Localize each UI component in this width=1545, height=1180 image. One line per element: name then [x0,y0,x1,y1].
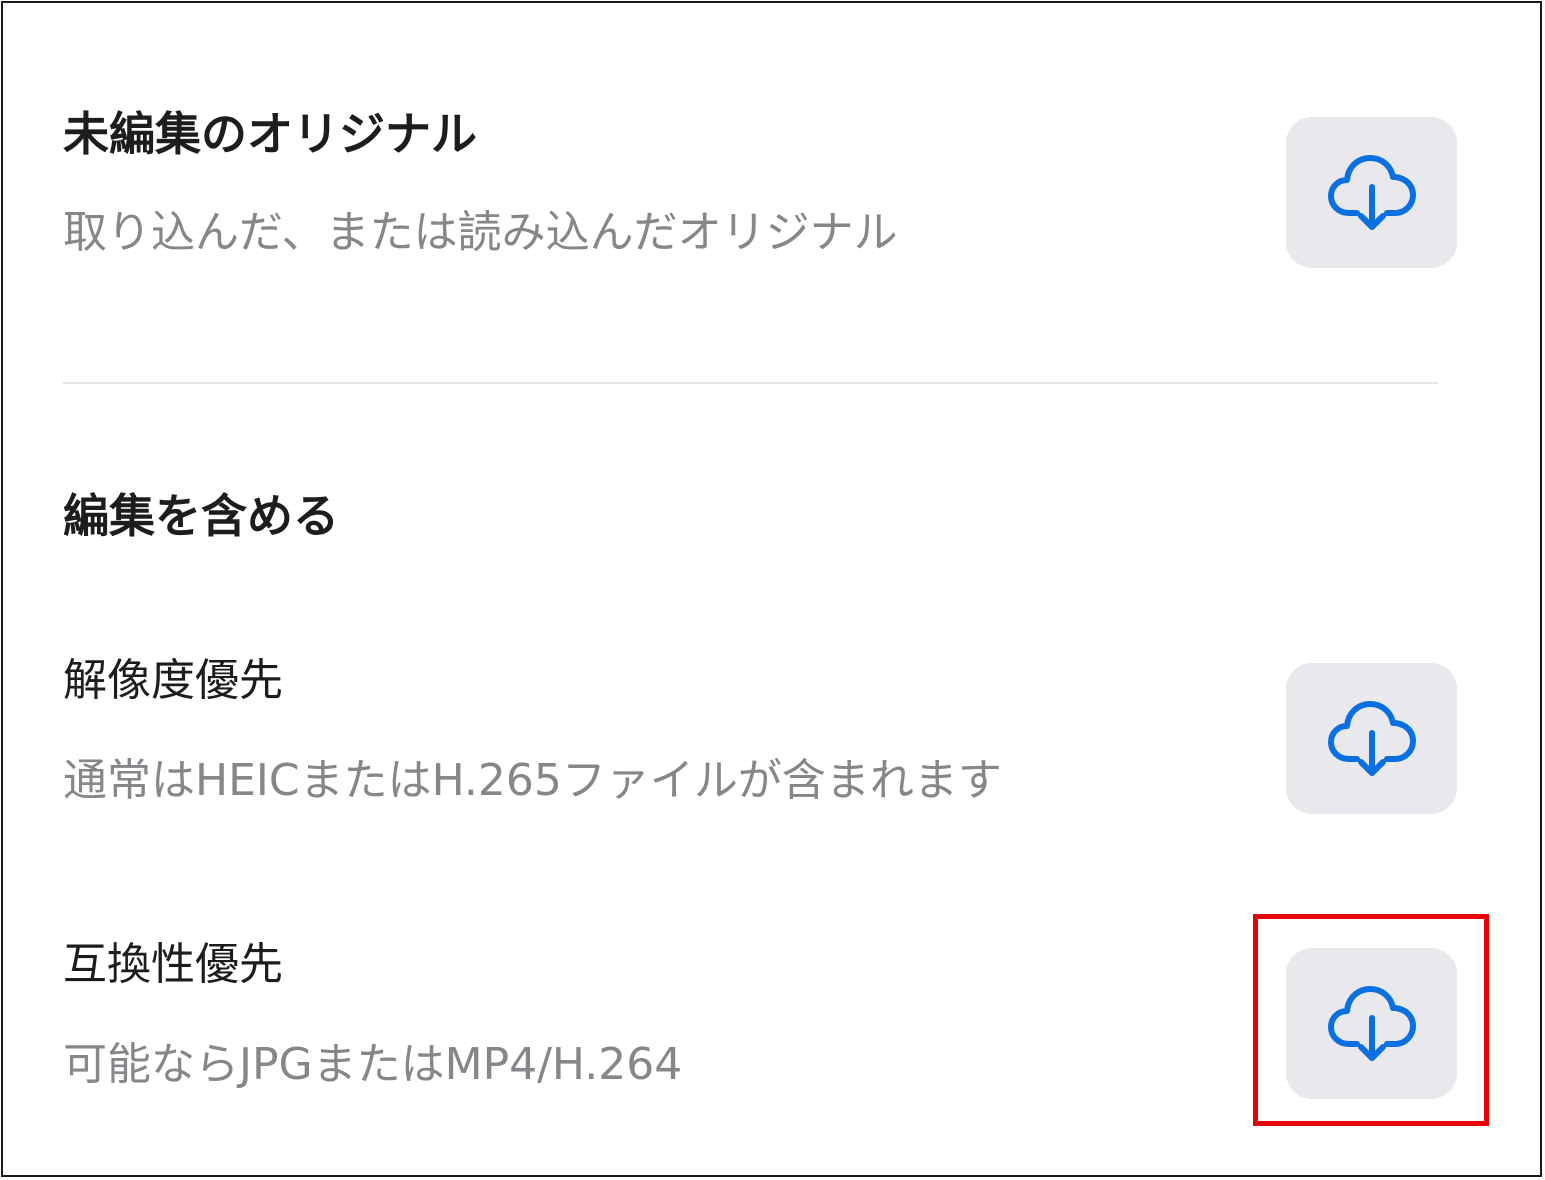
download-resolution-button[interactable] [1286,663,1457,814]
compatibility-priority-description: 可能ならJPGまたはMP4/H.264 [63,1039,683,1090]
original-description: 取り込んだ、または読み込んだオリジナル [63,207,898,258]
highlight-box [1253,914,1489,1126]
compatibility-priority-label: 互換性優先 [63,939,283,990]
download-original-button[interactable] [1286,117,1457,268]
resolution-priority-description: 通常はHEICまたはH.265ファイルが含まれます [63,755,1002,806]
resolution-priority-label: 解像度優先 [63,655,283,706]
cloud-download-icon [1327,700,1416,776]
section-divider [63,382,1438,384]
include-edits-heading: 編集を含める [63,489,339,543]
cloud-download-icon [1327,154,1416,230]
original-title: 未編集のオリジナル [63,107,477,161]
